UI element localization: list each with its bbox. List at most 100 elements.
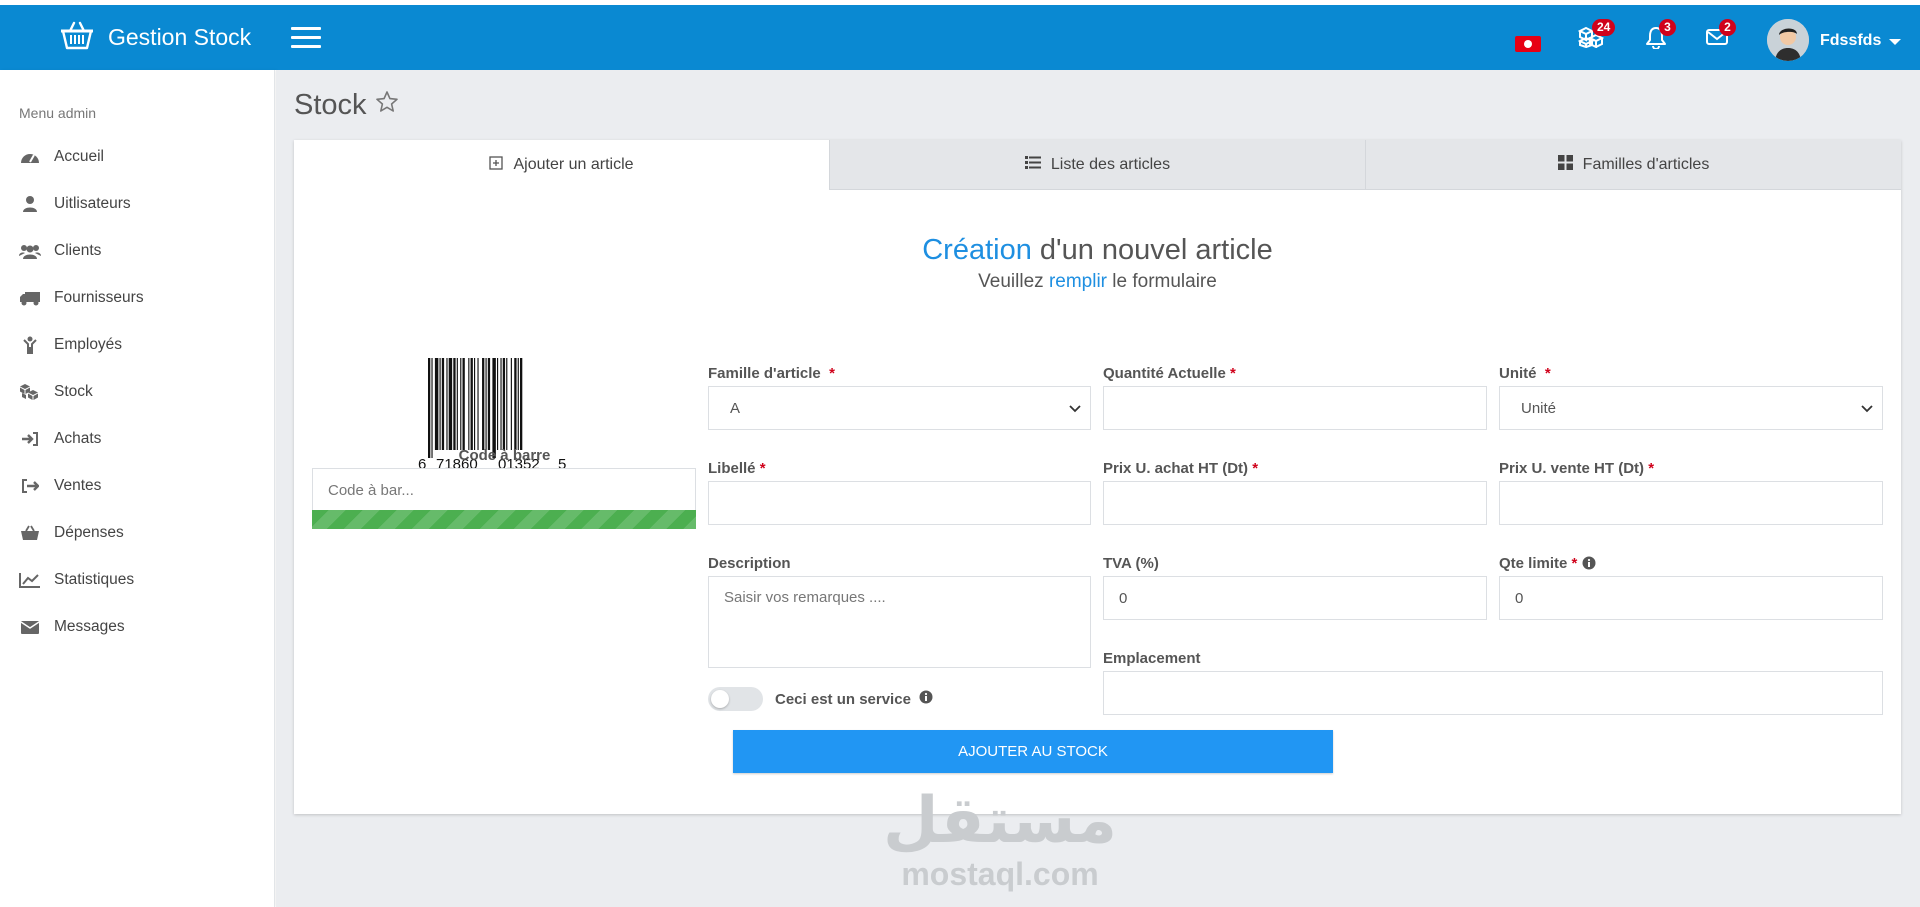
barcode-progress-bar — [312, 510, 696, 529]
sidebar-item-label: Dépenses — [54, 524, 124, 541]
tab-ajouter-article[interactable]: Ajouter un article — [294, 140, 829, 190]
stock-alert-button[interactable]: 24 — [1577, 19, 1616, 51]
users-icon — [19, 242, 41, 260]
sidebar-item-depenses[interactable]: Dépenses — [19, 522, 124, 544]
dashboard-icon — [19, 148, 41, 166]
menu-toggle-button[interactable] — [291, 27, 321, 49]
prix-achat-label: Prix U. achat HT (Dt) * — [1103, 460, 1259, 477]
th-large-icon — [1557, 154, 1573, 175]
line-chart-icon — [19, 571, 41, 589]
subheading-pre: Veuillez — [978, 271, 1044, 292]
unite-select[interactable]: Unité — [1499, 386, 1883, 430]
sidebar-item-label: Messages — [54, 618, 125, 635]
notifications-button[interactable]: 3 — [1645, 19, 1676, 51]
add-to-stock-button[interactable]: AJOUTER AU STOCK — [733, 730, 1333, 773]
sidebar-item-statistiques[interactable]: Statistiques — [19, 569, 134, 591]
top-navbar: Gestion Stock 24 3 2 Fdssfds — [0, 5, 1920, 70]
sidebar-item-label: Uitlisateurs — [54, 195, 131, 212]
subheading-highlight: remplir — [1048, 271, 1107, 292]
tabs: Ajouter un article Liste des articles Fa… — [294, 140, 1901, 190]
envelope-icon — [19, 618, 41, 636]
famille-select[interactable]: A — [708, 386, 1091, 430]
sidebar-item-label: Clients — [54, 242, 102, 259]
watermark-latin: mostaql.com — [901, 856, 1099, 892]
heading-highlight: Création — [922, 234, 1032, 266]
sidebar-item-employes[interactable]: Employés — [19, 334, 122, 356]
sidebar-item-clients[interactable]: Clients — [19, 240, 101, 262]
avatar[interactable] — [1767, 19, 1809, 61]
tab-label: Familles d'articles — [1582, 155, 1710, 173]
brand[interactable]: Gestion Stock — [60, 5, 251, 70]
sidebar: Menu admin Accueil Uitlisateurs Clients … — [0, 70, 275, 907]
app-name: Gestion Stock — [108, 24, 252, 50]
sidebar-title: Menu admin — [19, 105, 97, 121]
basket-icon — [19, 524, 41, 542]
tab-label: Ajouter un article — [513, 156, 634, 173]
tva-label: TVA (%) — [1103, 555, 1159, 572]
sidebar-item-label: Statistiques — [54, 571, 135, 588]
basket-icon — [60, 20, 94, 55]
sidebar-item-achats[interactable]: Achats — [19, 428, 101, 450]
barcode-input[interactable] — [312, 468, 696, 512]
tab-familles-articles[interactable]: Familles d'articles — [1365, 140, 1901, 190]
quantite-input[interactable] — [1103, 386, 1487, 430]
description-textarea[interactable] — [708, 576, 1091, 668]
user-name[interactable]: Fdssfds — [1820, 32, 1881, 50]
sidebar-item-accueil[interactable]: Accueil — [19, 146, 104, 168]
qte-limite-input[interactable] — [1499, 576, 1883, 620]
famille-value: A — [730, 399, 741, 417]
form-heading: Création d'un nouvel article — [294, 234, 1901, 267]
prix-achat-input[interactable] — [1103, 481, 1487, 525]
sidebar-item-label: Achats — [54, 430, 102, 447]
prix-vente-input[interactable] — [1499, 481, 1883, 525]
tva-input[interactable] — [1103, 576, 1487, 620]
sidebar-item-messages[interactable]: Messages — [19, 616, 125, 638]
prix-vente-label: Prix U. vente HT (Dt) * — [1499, 460, 1655, 477]
stock-badge: 24 — [1592, 19, 1616, 36]
unite-value: Unité — [1521, 399, 1557, 417]
notifications-badge: 3 — [1659, 19, 1676, 36]
heading-rest: d'un nouvel article — [1039, 234, 1273, 266]
truck-icon — [19, 289, 41, 307]
famille-label: Famille d'article * — [708, 365, 835, 382]
sign-out-icon — [19, 477, 41, 495]
form-subheading: Veuillez remplir le formulaire — [294, 271, 1901, 293]
sidebar-item-fournisseurs[interactable]: Fournisseurs — [19, 287, 144, 309]
user-icon — [19, 195, 41, 213]
unite-label: Unité * — [1499, 365, 1551, 382]
sidebar-item-ventes[interactable]: Ventes — [19, 475, 101, 497]
flag-icon[interactable] — [1515, 36, 1541, 52]
main-content: Stock Ajouter un article Liste des artic… — [276, 70, 1920, 907]
cubes-icon — [19, 383, 41, 401]
sidebar-item-label: Employés — [54, 336, 123, 353]
tab-label: Liste des articles — [1050, 155, 1171, 173]
libelle-input[interactable] — [708, 481, 1091, 525]
sign-in-icon — [19, 430, 41, 448]
info-icon[interactable] — [1582, 556, 1596, 574]
subheading-post: le formulaire — [1112, 271, 1217, 292]
child-icon — [19, 336, 41, 354]
page-title-text: Stock — [294, 89, 367, 121]
emplacement-input[interactable] — [1103, 671, 1883, 715]
tab-liste-articles[interactable]: Liste des articles — [829, 140, 1365, 190]
sidebar-item-label: Fournisseurs — [54, 289, 144, 306]
barcode-label: Code à barre — [458, 447, 551, 464]
info-icon[interactable] — [919, 690, 933, 708]
qte-limite-label: Qte limite * — [1499, 555, 1596, 574]
star-icon[interactable] — [375, 89, 399, 122]
service-toggle[interactable] — [708, 687, 763, 711]
page-title: Stock — [294, 89, 399, 122]
sidebar-item-stock[interactable]: Stock — [19, 381, 93, 403]
chevron-down-icon — [1860, 401, 1874, 419]
sidebar-item-label: Stock — [54, 383, 93, 400]
libelle-label: Libellé * — [708, 460, 766, 477]
quantite-label: Quantité Actuelle * — [1103, 365, 1236, 382]
sidebar-item-utilisateurs[interactable]: Uitlisateurs — [19, 193, 131, 215]
caret-down-icon[interactable] — [1889, 39, 1901, 45]
chevron-down-icon — [1068, 401, 1082, 419]
plus-square-icon — [489, 155, 504, 175]
article-card: Ajouter un article Liste des articles Fa… — [294, 140, 1901, 814]
messages-badge: 2 — [1719, 19, 1736, 36]
messages-button[interactable]: 2 — [1705, 19, 1736, 51]
description-label: Description — [708, 555, 791, 572]
